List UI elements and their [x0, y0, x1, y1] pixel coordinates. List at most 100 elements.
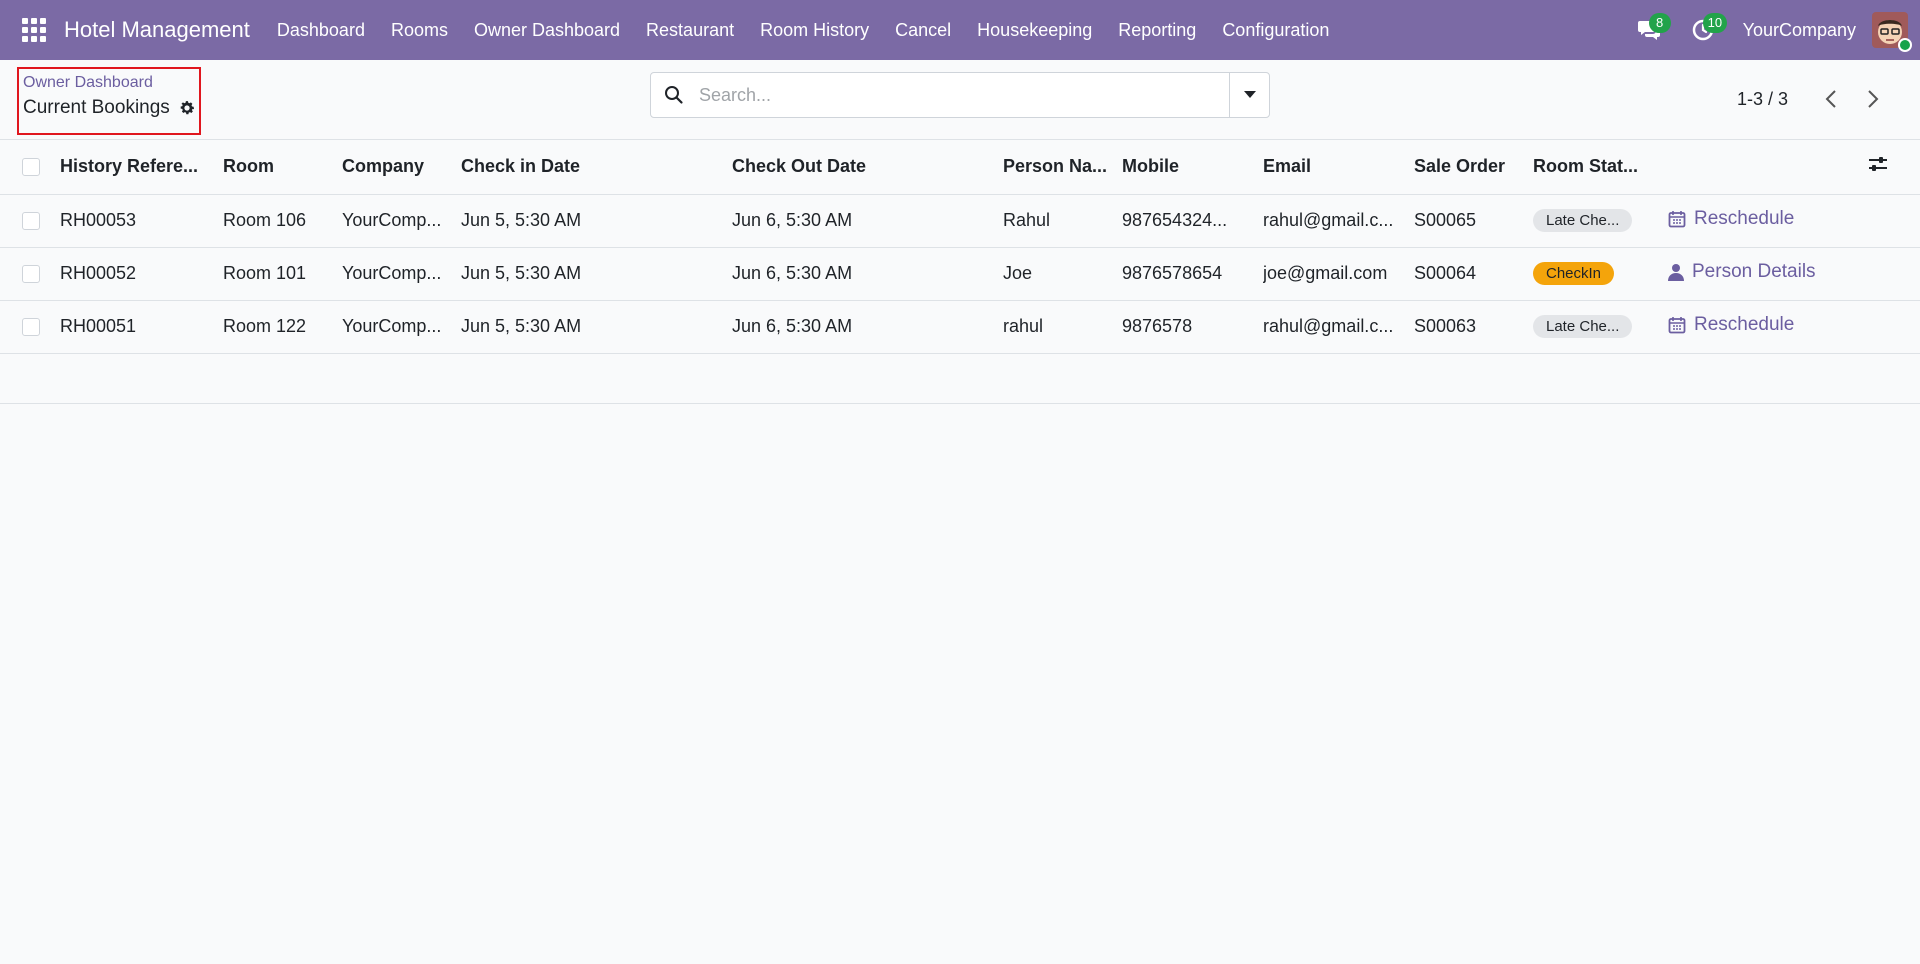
- activities-button[interactable]: 10: [1683, 10, 1728, 50]
- cell-history-reference[interactable]: RH00051: [60, 300, 223, 354]
- company-switcher[interactable]: YourCompany: [1743, 20, 1856, 41]
- cell-action: Reschedule: [1668, 300, 1868, 354]
- cell-mobile[interactable]: 987654324...: [1122, 194, 1263, 248]
- cell-room[interactable]: Room 101: [223, 247, 342, 301]
- column-header-email[interactable]: Email: [1263, 140, 1414, 195]
- menu-item-housekeeping[interactable]: Housekeeping: [964, 20, 1105, 41]
- search-input[interactable]: [697, 73, 1229, 117]
- column-header-mobile[interactable]: Mobile: [1122, 140, 1263, 195]
- online-status-indicator: [1898, 38, 1912, 52]
- cell-company[interactable]: YourComp...: [342, 247, 461, 301]
- column-header-room[interactable]: Room: [223, 140, 342, 195]
- menu-item-configuration[interactable]: Configuration: [1209, 20, 1342, 41]
- status-badge[interactable]: Late Che...: [1533, 315, 1633, 338]
- reschedule-button[interactable]: Reschedule: [1668, 314, 1794, 336]
- messages-button[interactable]: 8: [1629, 10, 1671, 50]
- top-navbar: Hotel Management Dashboard Rooms Owner D…: [0, 0, 1920, 60]
- page-title: Current Bookings: [23, 97, 170, 118]
- pager-next-button[interactable]: [1856, 84, 1890, 114]
- row-select-cell: [0, 300, 60, 354]
- row-checkbox[interactable]: [22, 264, 40, 283]
- cell-company[interactable]: YourComp...: [342, 300, 461, 354]
- cell-check-in-date[interactable]: Jun 5, 5:30 AM: [461, 300, 732, 354]
- pager-previous-button[interactable]: [1814, 84, 1848, 114]
- optional-columns-toggle[interactable]: [1868, 140, 1920, 195]
- user-icon: [1668, 264, 1684, 281]
- cell-action: Reschedule: [1668, 194, 1868, 248]
- cell-person-name[interactable]: Rahul: [1003, 194, 1122, 248]
- column-header-history-reference[interactable]: History Refere...: [60, 140, 223, 195]
- column-header-room-status[interactable]: Room Stat...: [1533, 140, 1668, 195]
- column-header-person-name[interactable]: Person Na...: [1003, 140, 1122, 195]
- row-select-cell: [0, 194, 60, 248]
- search-options-toggle[interactable]: [1229, 73, 1269, 117]
- menu-item-dashboard[interactable]: Dashboard: [264, 20, 378, 41]
- person-details-button[interactable]: Person Details: [1668, 261, 1816, 283]
- menu-item-rooms[interactable]: Rooms: [378, 20, 461, 41]
- cell-room[interactable]: Room 122: [223, 300, 342, 354]
- cell-person-name[interactable]: rahul: [1003, 300, 1122, 354]
- column-header-check-out-date[interactable]: Check Out Date: [732, 140, 1003, 195]
- status-badge[interactable]: Late Che...: [1533, 209, 1633, 232]
- action-label: Reschedule: [1694, 208, 1795, 229]
- cell-email[interactable]: joe@gmail.com: [1263, 247, 1414, 301]
- empty-cell: [0, 353, 1920, 404]
- row-spacer: [1868, 194, 1920, 248]
- calendar-icon: [1668, 211, 1686, 228]
- bookings-table: History Refere... Room Company Check in …: [0, 140, 1920, 404]
- cell-mobile[interactable]: 9876578654: [1122, 247, 1263, 301]
- messages-count-badge: 8: [1648, 13, 1671, 33]
- cell-check-out-date[interactable]: Jun 6, 5:30 AM: [732, 247, 1003, 301]
- cell-check-in-date[interactable]: Jun 5, 5:30 AM: [461, 247, 732, 301]
- menu-item-owner-dashboard[interactable]: Owner Dashboard: [461, 20, 633, 41]
- cell-sale-order[interactable]: S00064: [1414, 247, 1533, 301]
- cell-company[interactable]: YourComp...: [342, 194, 461, 248]
- breadcrumb-current: Current Bookings: [23, 97, 199, 119]
- table-row[interactable]: RH00052 Room 101 YourComp... Jun 5, 5:30…: [0, 247, 1920, 301]
- cell-person-name[interactable]: Joe: [1003, 247, 1122, 301]
- activities-count-badge: 10: [1702, 13, 1728, 33]
- pager-value[interactable]: 1-3 / 3: [1737, 89, 1788, 110]
- table-header-row: History Refere... Room Company Check in …: [0, 140, 1920, 195]
- apps-menu-icon[interactable]: [22, 18, 46, 42]
- column-header-check-in-date[interactable]: Check in Date: [461, 140, 732, 195]
- status-badge[interactable]: CheckIn: [1533, 262, 1615, 285]
- menu-item-room-history[interactable]: Room History: [747, 20, 882, 41]
- breadcrumb: Owner Dashboard Current Bookings: [17, 67, 201, 135]
- cell-action: Person Details: [1668, 247, 1868, 301]
- row-select-cell: [0, 247, 60, 301]
- chevron-right-icon: [1868, 90, 1879, 108]
- action-label: Reschedule: [1694, 314, 1795, 335]
- cell-check-out-date[interactable]: Jun 6, 5:30 AM: [732, 194, 1003, 248]
- control-panel: Owner Dashboard Current Bookings 1-3 / 3: [0, 60, 1920, 140]
- menu-item-restaurant[interactable]: Restaurant: [633, 20, 747, 41]
- table-row[interactable]: RH00053 Room 106 YourComp... Jun 5, 5:30…: [0, 194, 1920, 248]
- select-all-checkbox[interactable]: [22, 157, 40, 176]
- user-avatar[interactable]: [1872, 12, 1912, 52]
- menu-item-reporting[interactable]: Reporting: [1105, 20, 1209, 41]
- cell-email[interactable]: rahul@gmail.c...: [1263, 300, 1414, 354]
- cell-history-reference[interactable]: RH00053: [60, 194, 223, 248]
- app-title[interactable]: Hotel Management: [64, 17, 250, 43]
- navbar-right: 8 10 YourCompany: [1629, 10, 1912, 52]
- gear-icon[interactable]: [178, 99, 196, 117]
- cell-check-in-date[interactable]: Jun 5, 5:30 AM: [461, 194, 732, 248]
- breadcrumb-parent-link[interactable]: Owner Dashboard: [23, 73, 199, 93]
- action-label: Person Details: [1692, 261, 1816, 282]
- cell-email[interactable]: rahul@gmail.c...: [1263, 194, 1414, 248]
- caret-down-icon: [1243, 91, 1256, 98]
- calendar-icon: [1668, 317, 1686, 334]
- cell-room[interactable]: Room 106: [223, 194, 342, 248]
- column-header-company[interactable]: Company: [342, 140, 461, 195]
- table-row[interactable]: RH00051 Room 122 YourComp... Jun 5, 5:30…: [0, 300, 1920, 354]
- cell-mobile[interactable]: 9876578: [1122, 300, 1263, 354]
- row-checkbox[interactable]: [22, 317, 40, 336]
- cell-check-out-date[interactable]: Jun 6, 5:30 AM: [732, 300, 1003, 354]
- row-checkbox[interactable]: [22, 211, 40, 230]
- reschedule-button[interactable]: Reschedule: [1668, 208, 1794, 230]
- menu-item-cancel[interactable]: Cancel: [882, 20, 964, 41]
- cell-sale-order[interactable]: S00065: [1414, 194, 1533, 248]
- column-header-sale-order[interactable]: Sale Order: [1414, 140, 1533, 195]
- cell-sale-order[interactable]: S00063: [1414, 300, 1533, 354]
- cell-history-reference[interactable]: RH00052: [60, 247, 223, 301]
